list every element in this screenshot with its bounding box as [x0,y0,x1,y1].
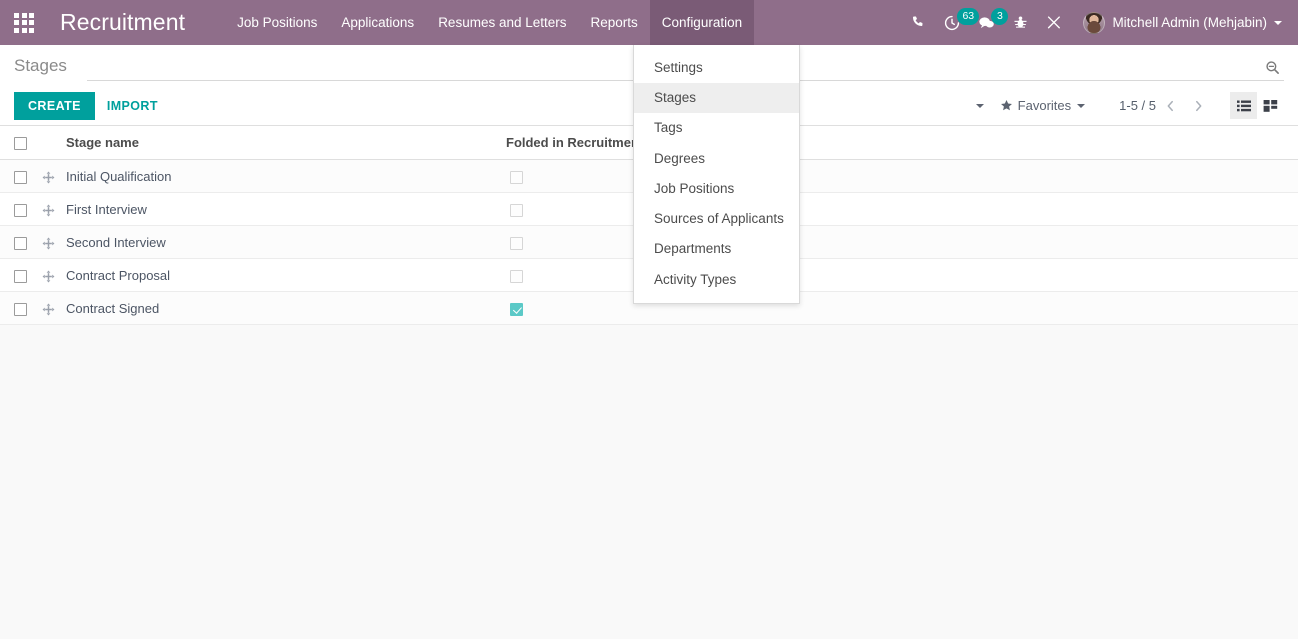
drag-move-icon[interactable] [42,171,55,184]
dropdown-item-departments[interactable]: Departments [634,234,799,264]
top-navbar: Recruitment Job Positions Applications R… [0,0,1298,304]
phone-icon [913,16,923,26]
view-switcher-kanban-button[interactable] [1257,92,1284,119]
chevron-right-icon [1195,100,1201,111]
row-checkbox[interactable] [14,170,27,184]
star-icon [1000,99,1013,112]
pager-value[interactable]: 1-5 / 5 [1119,98,1156,113]
folded-checkbox[interactable] [510,269,523,283]
cell-spacer [766,258,1298,293]
apps-menu-toggle[interactable] [0,0,48,45]
header-stage-name[interactable]: Stage name [66,126,506,161]
header-spacer [766,126,1298,161]
user-name-label: Mitchell Admin (Mehjabin) [1112,15,1267,30]
developer-tools-button[interactable] [1037,0,1071,45]
import-button[interactable]: Import [95,92,170,120]
row-handle-cell [42,159,66,194]
chevron-left-icon [1167,100,1173,111]
dropdown-item-degrees[interactable]: Degrees [634,144,799,174]
menu-item-job-positions[interactable]: Job Positions [225,0,329,45]
wrench-screwdriver-icon [1048,16,1061,29]
row-select-cell [0,159,42,194]
apps-grid-icon [14,12,34,33]
row-select-cell [0,225,42,260]
chevron-down-icon [1077,103,1086,108]
kanban-view-icon [1263,99,1278,112]
view-switcher [1230,92,1284,119]
cell-spacer [766,225,1298,260]
view-switcher-list-button[interactable] [1230,92,1257,119]
activities-button[interactable]: 63 [935,0,980,45]
bug-icon [1014,16,1027,28]
cell-stage-name: Second Interview [66,225,506,260]
cell-spacer [766,192,1298,227]
dropdown-item-settings[interactable]: Settings [634,53,799,83]
chevron-down-icon [975,103,984,108]
debug-button[interactable] [1004,0,1037,45]
user-menu[interactable]: Mitchell Admin (Mehjabin) [1071,0,1288,45]
cell-stage-name: Initial Qualification [66,159,506,194]
messages-button[interactable]: 3 [969,0,1009,45]
create-button[interactable]: Create [14,91,95,120]
header-select-all [0,126,42,161]
list-view-icon [1236,100,1251,111]
folded-checkbox[interactable] [510,203,523,217]
main-menu: Job Positions Applications Resumes and L… [225,0,755,45]
pager-previous-button[interactable] [1156,92,1184,120]
pager: 1-5 / 5 [1119,92,1212,120]
cell-stage-name: Contract Signed [66,291,506,326]
row-handle-cell [42,192,66,227]
systray: 63 3 Mitchell Admin (Mehjabin) [902,0,1298,45]
select-all-checkbox[interactable] [14,137,27,151]
pager-next-button[interactable] [1184,92,1212,120]
drag-move-icon[interactable] [42,270,55,283]
cell-stage-name: Contract Proposal [66,258,506,293]
row-checkbox[interactable] [14,302,27,316]
drag-move-icon[interactable] [42,303,55,316]
control-panel-right: Favorites 1-5 / 5 [962,92,1284,120]
search-dropdown-menus: Favorites [962,98,1093,113]
menu-item-configuration[interactable]: Configuration [649,0,755,45]
row-select-cell [0,192,42,227]
cell-spacer [766,291,1298,326]
dropdown-item-job-positions[interactable]: Job Positions [634,174,799,204]
row-select-cell [0,258,42,293]
dropdown-item-tags[interactable]: Tags [634,113,799,143]
row-select-cell [0,291,42,326]
chevron-down-icon [1274,20,1282,25]
row-checkbox[interactable] [14,269,27,283]
row-checkbox[interactable] [14,236,27,250]
dropdown-item-activity-types[interactable]: Activity Types [634,265,799,295]
folded-checkbox[interactable] [510,236,523,250]
search-icon[interactable] [1265,60,1280,75]
menu-item-resumes-and-letters[interactable]: Resumes and Letters [426,0,578,45]
favorites-menu[interactable]: Favorites [992,98,1093,113]
row-handle-cell [42,291,66,326]
cell-stage-name: First Interview [66,192,506,227]
favorites-label: Favorites [1017,98,1072,113]
avatar [1083,11,1106,34]
drag-move-icon[interactable] [42,204,55,217]
cell-spacer [766,159,1298,194]
menu-item-reports[interactable]: Reports [579,0,650,45]
header-handle [42,126,66,161]
row-handle-cell [42,258,66,293]
row-checkbox[interactable] [14,203,27,217]
groupby-menu-caret-only[interactable] [962,103,992,108]
breadcrumb[interactable]: Stages [14,45,67,76]
app-brand-title[interactable]: Recruitment [48,0,189,45]
folded-checkbox[interactable] [510,170,523,184]
dropdown-item-stages[interactable]: Stages [634,83,799,114]
dropdown-item-sources-of-applicants[interactable]: Sources of Applicants [634,204,799,234]
folded-checkbox[interactable] [510,302,523,316]
row-handle-cell [42,225,66,260]
menu-item-applications[interactable]: Applications [329,0,426,45]
drag-move-icon[interactable] [42,237,55,250]
phone-button[interactable] [902,0,935,45]
configuration-dropdown-menu: Settings Stages Tags Degrees Job Positio… [633,45,800,304]
